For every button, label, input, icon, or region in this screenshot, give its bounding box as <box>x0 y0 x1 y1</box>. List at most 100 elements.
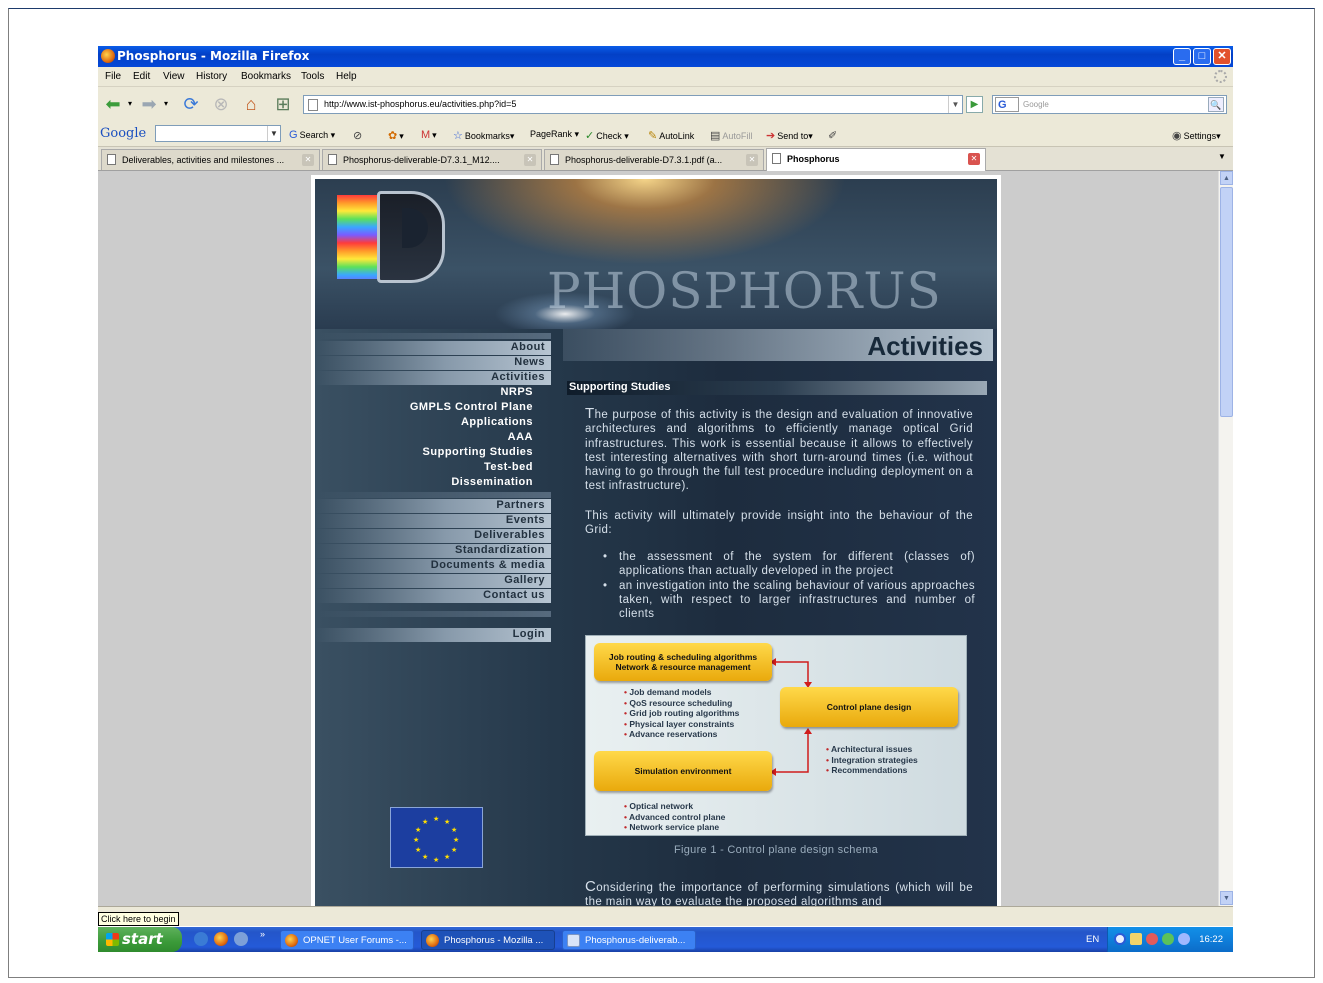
list-item: Advanced control plane <box>624 812 725 823</box>
url-dropdown-icon[interactable]: ▼ <box>948 96 962 113</box>
go-button[interactable]: ▶ <box>966 96 983 113</box>
firefox-quicklaunch-icon[interactable] <box>214 932 228 946</box>
network-icon[interactable] <box>1114 933 1126 945</box>
eu-flag-icon[interactable]: ★ ★ ★ ★ ★ ★ ★ ★ ★ ★ ★ ★ <box>390 807 483 868</box>
nav-contact-us[interactable]: Contact us <box>315 589 551 603</box>
scroll-up-icon[interactable]: ▲ <box>1220 171 1233 185</box>
mail-icon[interactable] <box>1130 933 1142 945</box>
task-opnet-forums[interactable]: OPNET User Forums -... <box>280 930 414 950</box>
list-item: Integration strategies <box>826 755 917 766</box>
popup-blocker-icon[interactable]: ⊘ <box>353 129 364 142</box>
new-tab-icon[interactable]: ⊞ <box>272 93 294 115</box>
control-plane-figure[interactable]: Job routing & scheduling algorithms Netw… <box>585 635 967 836</box>
gmail-icon[interactable]: M ▾ <box>421 129 437 141</box>
clock[interactable]: 16:22 <box>1199 934 1223 945</box>
send-to-button[interactable]: ➔ Send to▾ <box>766 129 813 142</box>
nav-test-bed[interactable]: Test-bed <box>315 461 551 475</box>
google-search-input[interactable]: ▼ <box>155 125 281 142</box>
simulation-list: Optical network Advanced control plane N… <box>624 801 725 833</box>
title-bar[interactable]: Phosphorus - Mozilla Firefox _ □ ✕ <box>98 46 1233 67</box>
nav-events[interactable]: Events <box>315 514 551 528</box>
menu-tools[interactable]: Tools <box>301 71 324 82</box>
autolink-button[interactable]: ✎ AutoLink <box>648 129 694 142</box>
update-icon[interactable] <box>1162 933 1174 945</box>
nav-dissemination[interactable]: Dissemination <box>315 476 551 490</box>
highlight-icon[interactable]: ✐ <box>828 129 839 142</box>
bullet-list: the assessment of the system for differe… <box>603 550 975 621</box>
media-quicklaunch-icon[interactable] <box>234 932 248 946</box>
forward-history-icon[interactable]: ▾ <box>162 93 170 115</box>
tab-deliverables[interactable]: Deliverables, activities and milestones … <box>101 149 320 170</box>
search-icon[interactable]: 🔍 <box>1208 97 1224 112</box>
tab-deliverable-pdf[interactable]: Phosphorus-deliverable-D7.3.1.pdf (a... … <box>544 149 764 170</box>
nav-about[interactable]: About <box>315 341 551 355</box>
section-title: Supporting Studies <box>569 381 671 393</box>
news-icon[interactable]: ✿ ▾ <box>388 129 404 142</box>
close-tab-icon[interactable]: ✕ <box>746 154 758 166</box>
nav-gallery[interactable]: Gallery <box>315 574 551 588</box>
quicklaunch-chevron-icon[interactable]: » <box>260 929 265 939</box>
nav-standardization[interactable]: Standardization <box>315 544 551 558</box>
minimize-button[interactable]: _ <box>1173 48 1191 65</box>
back-icon[interactable]: ⬅ <box>102 93 124 115</box>
google-logo[interactable]: Google <box>100 126 146 141</box>
close-tab-icon[interactable]: ✕ <box>302 154 314 166</box>
tab-phosphorus[interactable]: Phosphorus ✕ <box>766 148 986 171</box>
back-history-icon[interactable]: ▾ <box>126 93 134 115</box>
nav-login[interactable]: Login <box>315 628 551 642</box>
scroll-down-icon[interactable]: ▼ <box>1220 891 1233 905</box>
nav-gmpls[interactable]: GMPLS Control Plane <box>315 401 551 415</box>
reload-icon[interactable]: ⟳ <box>180 93 202 115</box>
tab-list-icon[interactable]: ▼ <box>1218 152 1226 161</box>
autofill-button[interactable]: ▤ AutoFill <box>710 129 752 142</box>
task-label: Phosphorus - Mozilla ... <box>444 935 544 946</box>
phosphorus-logo[interactable] <box>337 191 445 283</box>
ie-quicklaunch-icon[interactable] <box>194 932 208 946</box>
nav-nrps[interactable]: NRPS <box>315 386 551 400</box>
close-button[interactable]: ✕ <box>1213 48 1231 65</box>
home-icon[interactable]: ⌂ <box>240 93 262 115</box>
task-phosphorus-deliverable[interactable]: Phosphorus-deliverab... <box>562 930 696 950</box>
menu-file[interactable]: File <box>105 71 121 82</box>
url-text[interactable]: http://www.ist-phosphorus.eu/activities.… <box>324 99 516 109</box>
search-engine-icon[interactable]: G <box>995 97 1019 112</box>
nav-applications[interactable]: Applications <box>315 416 551 430</box>
bookmarks-button[interactable]: ☆ Bookmarks▾ <box>453 129 514 142</box>
menu-help[interactable]: Help <box>336 71 357 82</box>
nav-partners[interactable]: Partners <box>315 499 551 513</box>
security-icon[interactable] <box>1146 933 1158 945</box>
scroll-thumb[interactable] <box>1220 187 1233 417</box>
search-placeholder: Google <box>1023 100 1049 109</box>
list-item: Recommendations <box>826 765 918 776</box>
firefox-icon <box>426 934 439 947</box>
site-body: PHOSPHORUS About News Activities NRPS GM… <box>315 179 997 906</box>
url-bar[interactable]: http://www.ist-phosphorus.eu/activities.… <box>303 95 963 114</box>
chevron-down-icon[interactable]: ▼ <box>267 126 280 141</box>
menu-history[interactable]: History <box>196 71 227 82</box>
language-indicator[interactable]: EN <box>1086 934 1099 945</box>
pagerank-button[interactable]: PageRank ▾ <box>530 129 579 140</box>
nav-activities[interactable]: Activities <box>315 371 551 385</box>
nav-supporting-studies[interactable]: Supporting Studies <box>315 446 551 460</box>
menu-bookmarks[interactable]: Bookmarks <box>241 71 291 82</box>
vertical-scrollbar[interactable]: ▲ ▼ <box>1218 171 1233 906</box>
task-phosphorus-firefox[interactable]: Phosphorus - Mozilla ... <box>421 930 555 950</box>
forward-icon[interactable]: ➡ <box>138 93 160 115</box>
settings-button[interactable]: ◉ Settings▾ <box>1172 129 1221 142</box>
nav-deliverables[interactable]: Deliverables <box>315 529 551 543</box>
nav-aaa[interactable]: AAA <box>315 431 551 445</box>
maximize-button[interactable]: □ <box>1193 48 1211 65</box>
menu-view[interactable]: View <box>163 71 185 82</box>
close-tab-icon[interactable]: ✕ <box>524 154 536 166</box>
nav-documents-media[interactable]: Documents & media <box>315 559 551 573</box>
nav-news[interactable]: News <box>315 356 551 370</box>
messenger-icon[interactable] <box>1178 933 1190 945</box>
search-box[interactable]: G Google 🔍 <box>992 95 1227 114</box>
google-search-button[interactable]: G Search ▾ <box>289 129 335 141</box>
stop-icon[interactable]: ⊗ <box>210 93 232 115</box>
tab-deliverable-m12[interactable]: Phosphorus-deliverable-D7.3.1_M12.... ✕ <box>322 149 542 170</box>
start-button[interactable]: start <box>98 927 182 952</box>
menu-edit[interactable]: Edit <box>133 71 150 82</box>
spell-check-button[interactable]: ✓ Check ▾ <box>585 129 629 142</box>
close-tab-icon[interactable]: ✕ <box>968 153 980 165</box>
